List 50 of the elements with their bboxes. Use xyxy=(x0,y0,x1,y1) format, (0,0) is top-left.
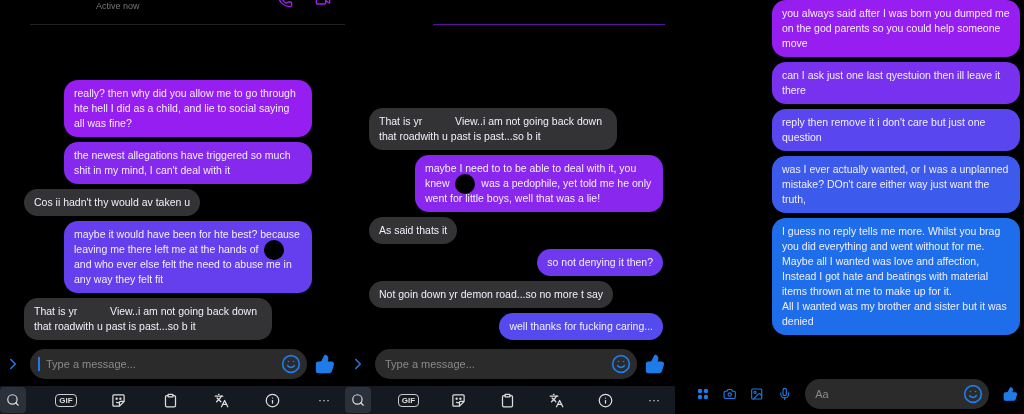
search-button[interactable] xyxy=(0,387,26,413)
info-icon xyxy=(597,392,613,408)
sticker-icon xyxy=(451,392,467,408)
message-text: maybe it would have been for hte best? because leaving me there left me at the hands of and who ever else felt the need to abuse me in any way they felt fit xyxy=(74,228,301,285)
clipboard-icon xyxy=(500,392,516,408)
redaction-mark xyxy=(264,240,285,261)
emoji-icon[interactable] xyxy=(281,354,301,374)
emoji-icon[interactable] xyxy=(963,384,984,404)
apps-icon[interactable] xyxy=(697,386,709,402)
message-text: As said thats it xyxy=(379,224,448,236)
image-icon[interactable] xyxy=(750,385,764,403)
redaction-mark xyxy=(455,174,476,195)
clipboard-icon xyxy=(162,392,178,408)
message-text: Cos ii hadn't thy would av taken u xyxy=(34,196,191,208)
message-field[interactable]: Type a message... xyxy=(375,349,637,379)
info-icon xyxy=(265,392,281,408)
message-text: I guess no reply tells me more. Whilst you brag you did everything and went without for me. Maybe all I wanted was love and affection, Instead I got hate and beatings with material items thrown at me to make up for it. All I wanted was my brother and sister but it was denied xyxy=(782,225,1008,327)
mic-icon[interactable] xyxy=(777,385,792,403)
message-field[interactable]: Type a message... xyxy=(30,349,307,379)
message-text: the newest allegations have triggered so much shit in my mind, I can't deal with it xyxy=(74,149,292,176)
message-input[interactable]: Type a message... xyxy=(383,357,607,371)
like-icon[interactable] xyxy=(1003,384,1018,404)
translate-icon xyxy=(548,392,564,408)
message-text: you always said after I was born you dumped me on the god parents so you could help someone move xyxy=(782,7,1011,49)
message-input[interactable]: Aa xyxy=(813,387,960,401)
emoji-icon[interactable] xyxy=(611,354,631,374)
message-text: can I ask just one last qyestuion then ill leave it there xyxy=(782,69,1002,96)
message-input[interactable]: Type a message... xyxy=(44,357,277,371)
search-icon xyxy=(351,393,365,407)
gif-button[interactable]: GIF xyxy=(51,387,81,413)
message-text: well thanks for fucking caring... xyxy=(509,320,653,332)
sticker-icon xyxy=(111,392,127,408)
more-button[interactable]: ··· xyxy=(640,387,667,413)
message-text: That is yr View..i am not going back down that roadwith u past is past...so b it xyxy=(379,115,603,142)
search-button[interactable] xyxy=(345,387,371,413)
message-text: That is yr View..i am not going back down that roadwith u past is past...so b it xyxy=(34,305,258,332)
gif-button[interactable]: GIF xyxy=(393,387,424,413)
search-icon xyxy=(6,393,20,407)
message-text: reply then remove it i don't care but just one question xyxy=(782,116,987,143)
like-icon[interactable] xyxy=(645,354,665,374)
message-text: so not denying it then? xyxy=(547,256,653,268)
message-text: really? then why did you allow me to go through hte hell I did as a child, and lie to social saying all was fine? xyxy=(74,87,297,129)
message-text: maybe I need to to be able to deal with it, you knew was a pedophile, yet told me he only went for little boys, well that was a lie! xyxy=(425,162,653,204)
status-text: Active now xyxy=(96,1,140,11)
like-icon[interactable] xyxy=(315,354,335,374)
more-button[interactable]: ··· xyxy=(310,387,337,413)
translate-icon xyxy=(213,392,229,408)
message-field[interactable]: Aa xyxy=(805,379,990,409)
message-text: Not goin down yr demon road...so no more t say xyxy=(379,288,604,300)
message-text: was I ever actually wanted, or I was a unplanned mistake? DOn't care either way just want the truth, xyxy=(782,163,1010,205)
